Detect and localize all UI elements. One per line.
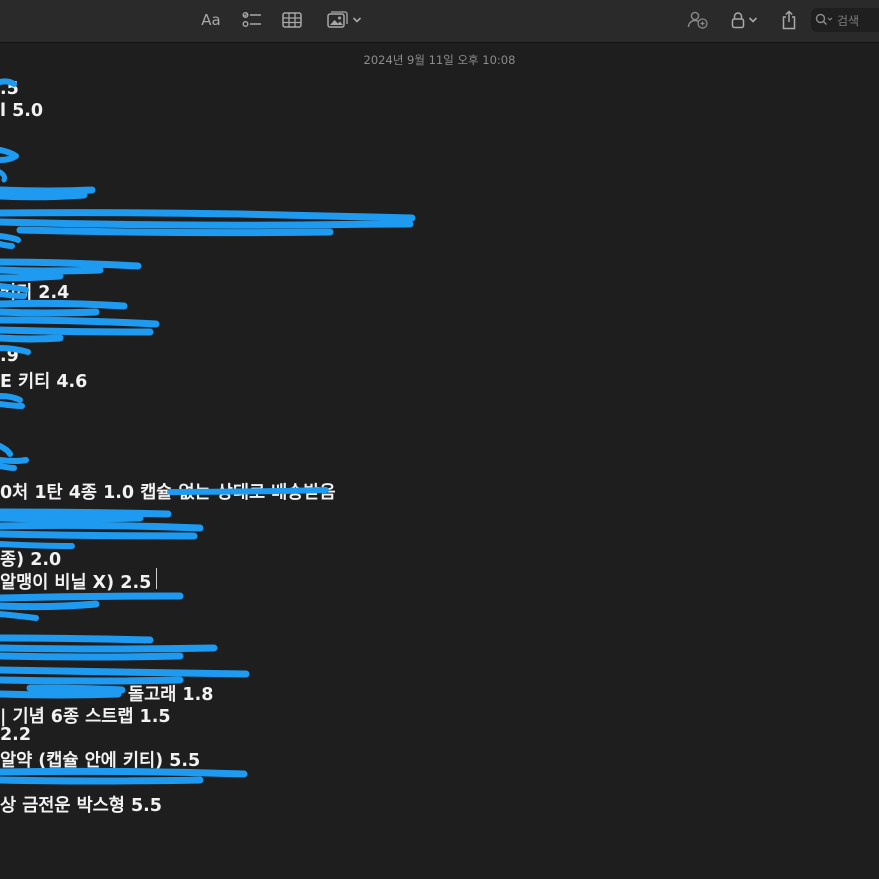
note-line: 0처 1탄 4종 1.0 캡슐 없는 상태로 배송받음 <box>0 483 336 503</box>
note-line: 알약 (캡슐 안에 키티) 5.5 <box>0 751 201 771</box>
note-line: l 5.0 <box>0 101 44 121</box>
text-cursor <box>156 568 157 589</box>
note-line: 키티 2.4 <box>0 283 70 303</box>
note-line: 알맹이 비닐 X) 2.5 <box>0 573 152 593</box>
note-body[interactable]: .5 l 5.0 키티 2.4 .9 E 키티 4.6 0처 1탄 4종 1.0… <box>0 0 879 879</box>
note-line: 상 금전운 박스형 5.5 <box>0 796 162 816</box>
note-line: .5 <box>0 79 19 99</box>
note-line: .9 <box>0 346 19 366</box>
note-line: 종) 2.0 <box>0 550 62 570</box>
note-line: 2.2 <box>0 725 32 745</box>
note-line: E 키티 4.6 <box>0 372 88 392</box>
